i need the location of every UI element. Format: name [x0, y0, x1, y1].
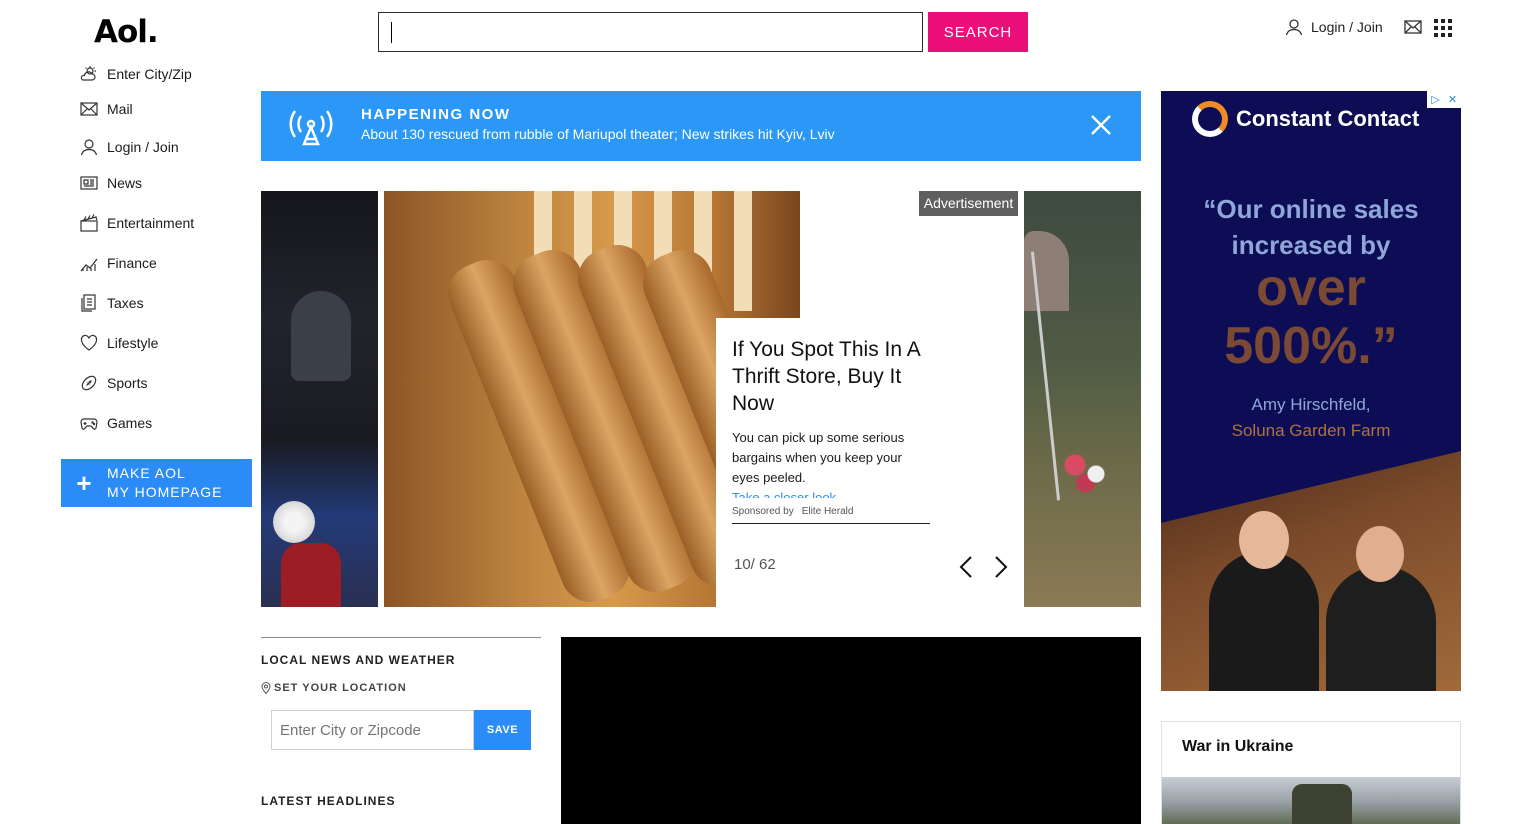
sidebar-item-weather[interactable]: Enter City/Zip: [80, 65, 192, 83]
zipcode-input[interactable]: [271, 710, 474, 750]
sidebar-item-taxes[interactable]: Taxes: [80, 294, 144, 312]
slideshow-carousel: Advertisement If You Spot This In A Thri…: [261, 191, 1141, 607]
slide-description: You can pick up some serious bargains wh…: [732, 430, 905, 485]
make-homepage-line1: MAKE AOL: [107, 465, 186, 481]
save-location-button[interactable]: SAVE: [474, 710, 531, 750]
sidebar-item-lifestyle[interactable]: Lifestyle: [80, 334, 158, 352]
make-homepage-button[interactable]: + MAKE AOL MY HOMEPAGE: [61, 459, 252, 507]
sidebar-item-news[interactable]: News: [80, 174, 142, 192]
chevron-left-icon[interactable]: [958, 555, 974, 579]
set-location-label: SET YOUR LOCATION: [274, 682, 407, 694]
sidebar-item-entertainment[interactable]: Entertainment: [80, 214, 194, 232]
sidebar-item-label: Lifestyle: [107, 335, 159, 351]
next-slide-image[interactable]: [1024, 191, 1141, 607]
sponsor-name[interactable]: Elite Herald: [802, 506, 854, 517]
user-icon: [80, 139, 98, 156]
plus-icon: +: [76, 468, 92, 498]
ad-quote-highlight: over 500%.”: [1224, 259, 1398, 375]
previous-slide-image[interactable]: [261, 191, 378, 607]
slide-counter: 10/ 62: [734, 556, 776, 573]
sidebar-item-login[interactable]: Login / Join: [80, 138, 179, 156]
football-icon: [81, 375, 97, 391]
sidebar-item-label: Login / Join: [107, 139, 179, 155]
broadcast-icon: [289, 110, 333, 146]
adchoices-icon[interactable]: ▷: [1427, 91, 1444, 108]
search-button[interactable]: SEARCH: [928, 12, 1028, 52]
war-module-heading[interactable]: War in Ukraine: [1182, 738, 1293, 756]
constant-contact-logo-icon: [1192, 101, 1228, 137]
close-icon[interactable]: [1089, 113, 1113, 137]
local-news-section: LOCAL NEWS AND WEATHER SET YOUR LOCATION: [261, 637, 541, 694]
mail-icon: [80, 102, 98, 116]
sidebar-item-finance[interactable]: Finance: [80, 254, 157, 272]
ad-person-name: Amy Hirschfeld,: [1251, 395, 1371, 414]
slide-title[interactable]: If You Spot This In A Thrift Store, Buy …: [732, 336, 927, 417]
close-ad-icon[interactable]: ✕: [1444, 91, 1461, 108]
news-icon: [80, 176, 98, 190]
ad-brand: Constant Contact: [1192, 101, 1419, 137]
document-icon: [81, 294, 96, 312]
mail-icon[interactable]: [1404, 20, 1422, 34]
apps-grid-icon[interactable]: [1434, 19, 1452, 37]
adchoices-badge[interactable]: ▷ ✕: [1427, 91, 1461, 108]
sidebar-item-label: Taxes: [107, 295, 144, 311]
sidebar-item-mail[interactable]: Mail: [80, 100, 133, 118]
sidebar-item-label: Games: [107, 415, 153, 431]
constant-contact-ad[interactable]: ▷ ✕ Constant Contact “Our online sales inc…: [1161, 91, 1461, 691]
happening-now-banner[interactable]: HAPPENING NOW About 130 rescued from rub…: [261, 91, 1141, 161]
sidebar-item-label: Finance: [107, 255, 157, 271]
video-player[interactable]: [561, 637, 1141, 824]
advertisement-label: Advertisement: [919, 191, 1018, 216]
heart-icon: [80, 334, 98, 351]
ad-brand-name: Constant Contact: [1236, 106, 1420, 131]
user-icon: [1285, 19, 1303, 36]
text-caret: [391, 22, 392, 43]
sidebar-item-label: News: [107, 175, 143, 191]
header-login-label: Login / Join: [1311, 19, 1383, 35]
weather-icon: [80, 66, 96, 81]
latest-headlines-heading: LATEST HEADLINES: [261, 794, 396, 808]
sidebar-item-games[interactable]: Games: [80, 414, 152, 432]
chart-icon: [80, 258, 98, 272]
make-homepage-line2: MY HOMEPAGE: [107, 484, 223, 500]
gamepad-icon: [80, 418, 98, 430]
set-location-link[interactable]: SET YOUR LOCATION: [261, 682, 407, 694]
slide-more-link[interactable]: Take a closer look: [732, 488, 922, 498]
aol-logo[interactable]: Aol.: [94, 14, 159, 50]
sponsored-by-label: Sponsored by: [732, 506, 794, 517]
banner-headline[interactable]: About 130 rescued from rubble of Mariupo…: [361, 126, 835, 142]
local-news-heading: LOCAL NEWS AND WEATHER: [261, 653, 456, 667]
clapperboard-icon: [80, 214, 98, 232]
ad-quote: “Our online sales increased by: [1203, 194, 1419, 260]
ad-company: Soluna Garden Farm: [1231, 421, 1391, 440]
sidebar-item-label: Entertainment: [107, 215, 195, 231]
sponsor-line: Sponsored by Elite Herald: [732, 506, 930, 524]
sidebar-item-label: Mail: [107, 101, 133, 117]
banner-kicker: HAPPENING NOW: [361, 106, 511, 123]
chevron-right-icon[interactable]: [993, 555, 1009, 579]
header-login-link[interactable]: Login / Join: [1285, 18, 1383, 36]
sidebar-item-sports[interactable]: Sports: [80, 374, 147, 392]
sidebar-item-label: Enter City/Zip: [107, 66, 192, 82]
war-in-ukraine-module[interactable]: War in Ukraine: [1161, 721, 1461, 824]
location-pin-icon: [261, 682, 271, 694]
search-input[interactable]: [378, 12, 923, 52]
sidebar-item-label: Sports: [107, 375, 148, 391]
